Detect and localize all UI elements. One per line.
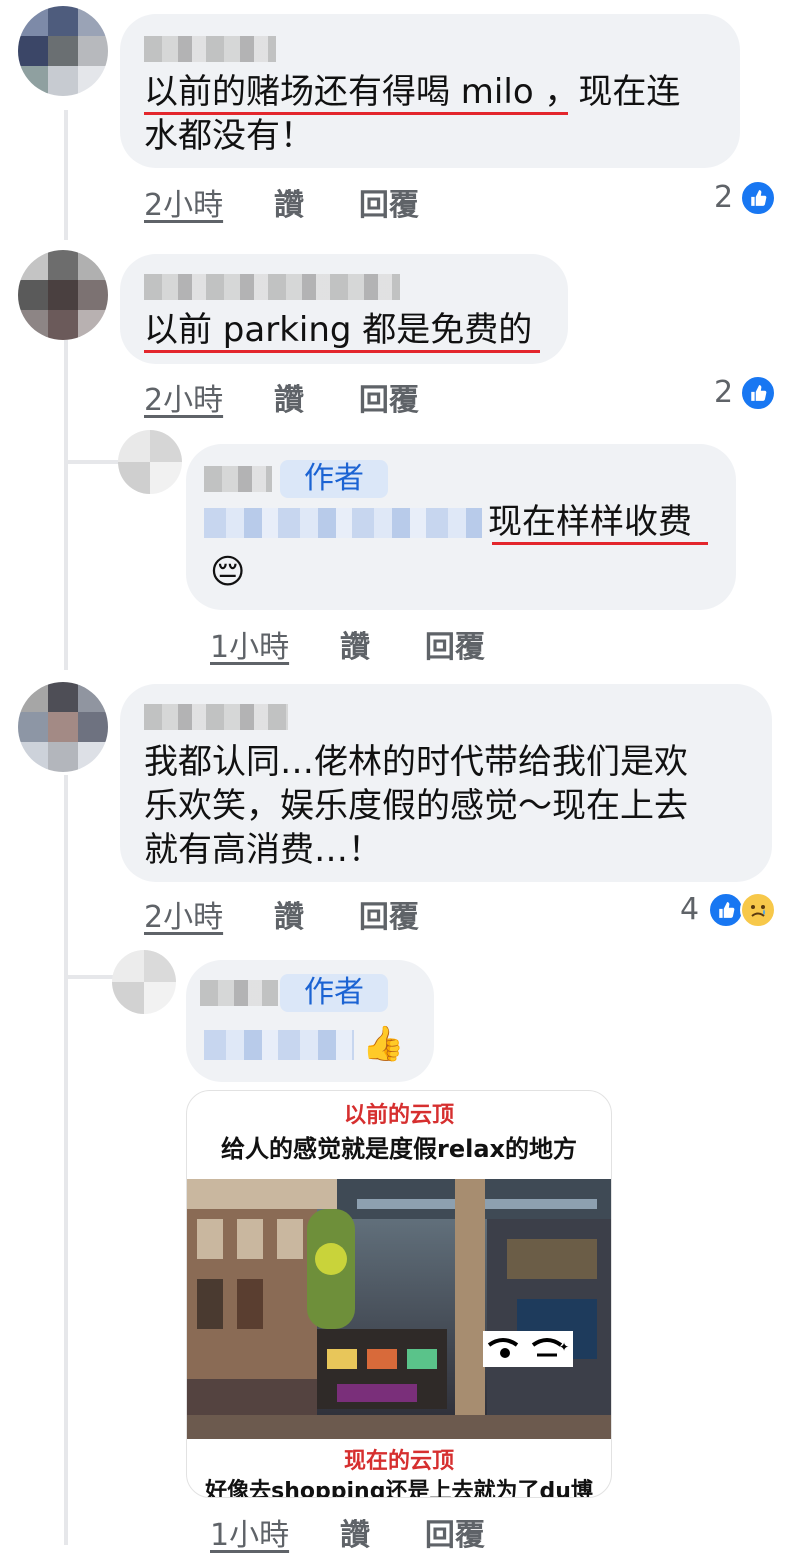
like-button[interactable]: 讚 [274,188,304,223]
comment-bubble: 以前的赌场还有得喝 milo ，现在连 水都没有！ [120,14,740,168]
comment-actions: 1小時 讚 回覆 [210,622,485,666]
author-name-redacted[interactable] [144,274,400,300]
emoji: 😔 [210,552,246,592]
avatar[interactable] [118,430,182,494]
comment-bubble: 我都认同…佬林的时代带给我们是欢 乐欢笑，娱乐度假的感觉～现在上去 就有高消费…… [120,684,772,882]
mentioned-name-redacted[interactable] [204,508,482,538]
reply-button[interactable]: 回覆 [359,900,419,935]
comment-text: 现在样样收费 [488,502,692,542]
mall-photo: ✦ [187,1179,611,1439]
comment-text: 乐欢笑，娱乐度假的感觉～现在上去 [144,786,688,826]
comment-bubble: 以前 parking 都是免费的 [120,254,568,364]
like-icon [740,375,776,411]
reply-button[interactable]: 回覆 [425,630,485,665]
image-caption-top-red: 以前的云顶 [343,1103,454,1128]
reaction-count[interactable]: 2 [714,375,733,410]
attached-image[interactable]: 以前的云顶 给人的感觉就是度假relax的地方 ✦ 现在的云顶 好像去shopp… [186,1090,612,1498]
author-name-redacted[interactable] [204,466,272,492]
author-name-redacted[interactable] [200,980,278,1006]
reaction-count[interactable]: 2 [714,180,733,215]
like-button[interactable]: 讚 [274,383,304,418]
avatar[interactable] [18,250,108,340]
comment-text: 我都认同…佬林的时代带给我们是欢 [144,742,688,782]
image-caption-bottom-red: 现在的云顶 [343,1449,454,1474]
comment-actions: 2小時 讚 回覆 [144,180,419,224]
comment-actions: 1小時 讚 回覆 [210,1510,485,1554]
comment-text: 就有高消费…！ [144,830,382,870]
reply-bubble: 作者 现在样样收费 😔 [186,444,736,610]
timestamp-link[interactable]: 2小時 [144,900,223,935]
like-button[interactable]: 讚 [274,900,304,935]
highlight-underline [144,350,540,353]
reply-button[interactable]: 回覆 [359,383,419,418]
like-button[interactable]: 讚 [340,630,370,665]
reply-bubble: 作者 👍 [186,960,434,1082]
author-badge: 作者 [280,974,388,1012]
thread-line [64,775,68,1545]
author-name-redacted[interactable] [144,36,276,62]
timestamp-link[interactable]: 1小時 [210,1518,289,1553]
timestamp-link[interactable]: 1小時 [210,630,289,665]
reply-button[interactable]: 回覆 [359,188,419,223]
highlight-underline [492,542,708,545]
avatar[interactable] [18,682,108,772]
mentioned-name-redacted[interactable] [204,1030,354,1060]
reaction-count[interactable]: 4 [680,892,699,927]
author-name-redacted[interactable] [144,704,288,730]
svg-text:✦: ✦ [559,1340,569,1354]
like-icon [740,180,776,216]
like-button[interactable]: 讚 [340,1518,370,1553]
emoji: 👍 [362,1024,405,1064]
comment-actions: 2小時 讚 回覆 [144,892,419,936]
avatar[interactable] [18,6,108,96]
timestamp-link[interactable]: 2小時 [144,383,223,418]
comment-text: 以前 parking 都是免费的 [144,310,533,350]
like-icon [708,892,744,928]
image-caption-bottom: 好像去shopping还是上去就为了du博 [205,1479,593,1498]
comment-actions: 2小時 讚 回覆 [144,375,419,419]
thread-line [64,340,68,670]
avatar[interactable] [112,950,176,1014]
reply-button[interactable]: 回覆 [425,1518,485,1553]
author-badge: 作者 [280,460,388,498]
thread-line [64,110,68,240]
image-caption-top: 给人的感觉就是度假relax的地方 [220,1135,577,1163]
comment-text: 水都没有！ [144,116,314,156]
comment-text: 以前的赌场还有得喝 milo ，现在连 [144,72,681,112]
timestamp-link[interactable]: 2小時 [144,188,223,223]
thread-line [64,460,124,464]
sad-icon [740,892,776,928]
